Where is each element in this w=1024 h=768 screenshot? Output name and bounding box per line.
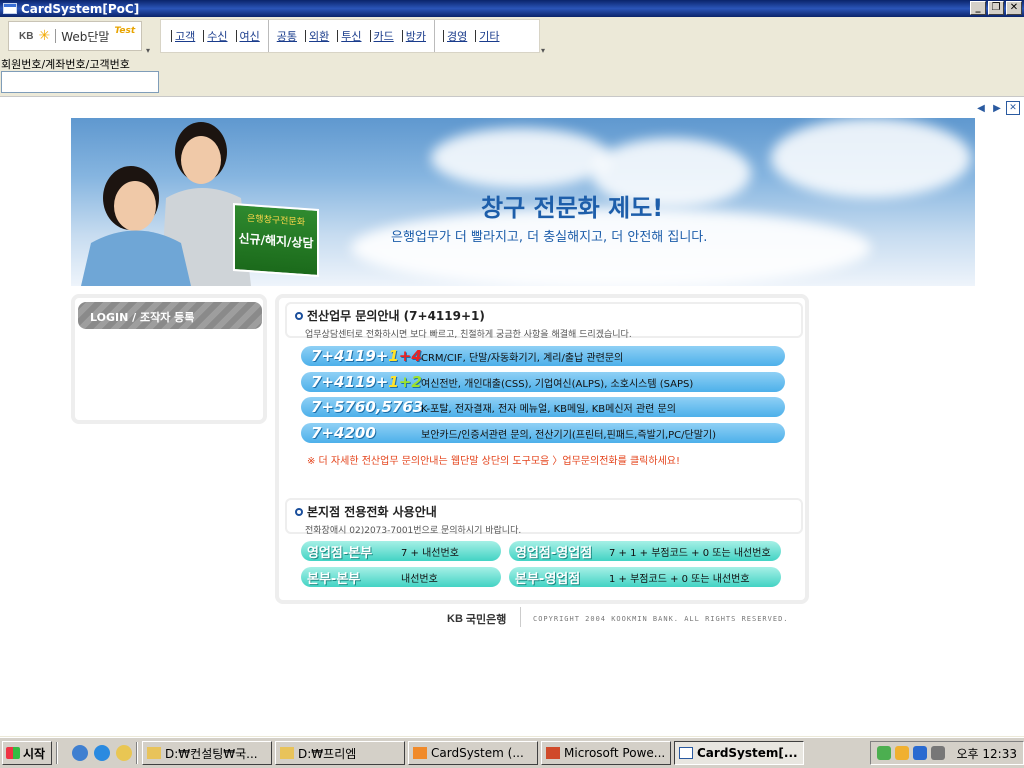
phone-row[interactable]: 7+5760,5763 K-포탈, 전자결재, 전자 메뉴얼, KB메일, KB… bbox=[301, 397, 785, 417]
footer-divider bbox=[520, 607, 521, 627]
phone-row-desc: 보안카드/인증서관련 문의, 전산기기(프린터,핀패드,즉발기,PC/단말기) bbox=[421, 429, 717, 441]
kb-logo-text: KB bbox=[19, 30, 34, 42]
menu-item-bancassurance[interactable]: 방카 bbox=[398, 28, 430, 44]
menu-item-trust[interactable]: 투신 bbox=[333, 28, 365, 44]
menu-item-customer[interactable]: 고객 bbox=[167, 28, 199, 44]
menu-chevron-icon[interactable]: ▾ bbox=[541, 47, 549, 55]
login-register-button[interactable]: LOGIN / 조작자 등록 bbox=[78, 302, 262, 329]
ie-icon[interactable] bbox=[94, 745, 110, 761]
taskbar-clock: 오후 12:33 bbox=[956, 746, 1017, 761]
menu-divider bbox=[267, 20, 269, 52]
ext-help-title: 본지점 전용전화 사용안내 bbox=[307, 505, 437, 519]
bullet-icon bbox=[295, 507, 303, 516]
tray-volume-icon[interactable] bbox=[930, 746, 945, 760]
footer-bank-name: 국민은행 bbox=[465, 613, 507, 626]
phone-row-desc: K-포탈, 전자결재, 전자 메뉴얼, KB메일, KB메신저 관련 문의 bbox=[421, 403, 676, 415]
help-panel: 전산업무 문의안내 (7+4119+1) 업무상담센터로 전화하시면 보다 빠르… bbox=[275, 294, 809, 604]
menu-item-loan[interactable]: 여신 bbox=[232, 28, 264, 44]
menu-item-etc[interactable]: 기타 bbox=[471, 28, 503, 44]
folder-icon bbox=[280, 747, 294, 759]
desktop-icon[interactable] bbox=[72, 745, 88, 761]
window-icon bbox=[679, 747, 693, 759]
ext-hq-branch-button[interactable]: 본부-영업점 1 + 부점코드 + 0 또는 내선번호 bbox=[509, 567, 781, 587]
brand-logo[interactable]: KB ✳ Web단말 Test bbox=[8, 21, 142, 51]
taskbar-divider bbox=[56, 742, 58, 764]
search-label: 회원번호/계좌번호/고객번호 bbox=[1, 58, 130, 71]
taskbar-divider bbox=[136, 742, 138, 764]
window-titlebar[interactable]: CardSystem[PoC] _ ❐ ✕ bbox=[0, 0, 1024, 17]
test-badge: Test bbox=[114, 26, 136, 36]
system-tray: 오후 12:33 bbox=[869, 741, 1024, 765]
phone-row[interactable]: 7+4200 보안카드/인증서관련 문의, 전산기기(프린터,핀패드,즉발기,P… bbox=[301, 423, 785, 443]
powerpoint-icon bbox=[546, 747, 560, 759]
main-content: ◀ ▶ ✕ 은행창구전문화 신규/해지/상담 창구 전문화 제도! 은행업무가 … bbox=[0, 96, 1024, 736]
close-content-icon[interactable]: ✕ bbox=[1006, 101, 1020, 115]
task-cardsystem-1[interactable]: CardSystem (... bbox=[408, 741, 538, 765]
bullet-icon bbox=[295, 311, 303, 320]
toolbar-chevron-icon[interactable]: ▾ bbox=[146, 47, 154, 55]
it-help-subtitle: 업무상담센터로 전화하시면 보다 빠르고, 친절하게 궁금한 사항을 해결해 드… bbox=[305, 330, 632, 340]
toolbar: KB ✳ Web단말 Test ▾ 고객 수신 여신 공통 외환 투신 카드 방… bbox=[0, 17, 1024, 57]
ext-help-subtitle: 전화장애시 02)2073-7001번으로 문의하시기 바랍니다. bbox=[305, 526, 522, 536]
footer-kb-text: KB bbox=[447, 613, 463, 625]
window-icon bbox=[3, 3, 17, 14]
folder-icon bbox=[147, 747, 161, 759]
ext-branch-branch-button[interactable]: 영업점-영업점 7 + 1 + 부점코드 + 0 또는 내선번호 bbox=[509, 541, 781, 561]
promo-banner: 은행창구전문화 신규/해지/상담 창구 전문화 제도! 은행업무가 더 빨라지고… bbox=[71, 118, 975, 286]
minimize-button[interactable]: _ bbox=[970, 1, 986, 15]
windows-flag-icon bbox=[6, 747, 20, 759]
login-panel: LOGIN / 조작자 등록 bbox=[71, 294, 267, 424]
start-button[interactable]: 시작 bbox=[2, 741, 52, 765]
web-terminal-label: Web단말 bbox=[61, 29, 110, 44]
messenger-icon[interactable] bbox=[116, 745, 132, 761]
it-help-title: 전산업무 문의안내 (7+4119+1) bbox=[307, 309, 485, 323]
prev-arrow-icon[interactable]: ◀ bbox=[974, 101, 988, 115]
next-arrow-icon[interactable]: ▶ bbox=[990, 101, 1004, 115]
phone-row[interactable]: 7+4119+1+2 여신전반, 개인대출(CSS), 기업여신(ALPS), … bbox=[301, 372, 785, 392]
customer-search-input[interactable] bbox=[1, 71, 159, 93]
sign-small-text: 은행창구전문화 bbox=[247, 213, 305, 229]
tray-app-icon[interactable] bbox=[894, 746, 909, 760]
ext-branch-hq-button[interactable]: 영업점-본부 7 + 내선번호 bbox=[301, 541, 501, 561]
menu-item-management[interactable]: 경영 bbox=[439, 28, 471, 44]
task-powerpoint[interactable]: Microsoft Powe... bbox=[541, 741, 671, 765]
quick-launch bbox=[72, 745, 132, 761]
app-icon bbox=[413, 747, 427, 759]
tray-network-icon[interactable] bbox=[876, 746, 891, 760]
menu-divider bbox=[434, 20, 435, 52]
content-nav: ◀ ▶ ✕ bbox=[974, 101, 1020, 115]
banner-subtitle: 은행업무가 더 빨라지고, 더 충실해지고, 더 안전해 집니다. bbox=[391, 230, 708, 245]
menu-item-deposit[interactable]: 수신 bbox=[199, 28, 231, 44]
banner-title: 창구 전문화 제도! bbox=[481, 194, 664, 222]
window-controls: _ ❐ ✕ bbox=[970, 1, 1022, 15]
menu-item-common[interactable]: 공통 bbox=[273, 28, 301, 44]
task-cardsystem-active[interactable]: CardSystem[... bbox=[674, 741, 804, 765]
menu-item-forex[interactable]: 외환 bbox=[301, 28, 333, 44]
taskbar: 시작 D:₩컨설팅₩국... D:₩프리엠 CardSystem (... Mi… bbox=[0, 737, 1024, 768]
close-button[interactable]: ✕ bbox=[1006, 1, 1022, 15]
menu-item-card[interactable]: 카드 bbox=[366, 28, 398, 44]
ext-hq-hq-button[interactable]: 본부-본부 내선번호 bbox=[301, 567, 501, 587]
main-menu: 고객 수신 여신 공통 외환 투신 카드 방카 경영 기타 bbox=[160, 19, 540, 53]
tray-shield-icon[interactable] bbox=[912, 746, 927, 760]
sign-big-text: 신규/해지/상담 bbox=[238, 231, 314, 251]
help-notice: ※ 더 자세한 전산업무 문의안내는 웹단말 상단의 도구모음 〉업무문의전화를… bbox=[307, 456, 680, 467]
phone-row-desc: CRM/CIF, 단말/자동화기기, 계리/출납 관련문의 bbox=[421, 352, 624, 364]
it-help-header: 전산업무 문의안내 (7+4119+1) 업무상담센터로 전화하시면 보다 빠르… bbox=[285, 302, 803, 340]
ext-help-header: 본지점 전용전화 사용안내 전화장애시 02)2073-7001번으로 문의하시… bbox=[285, 498, 803, 536]
maximize-button[interactable]: ❐ bbox=[988, 1, 1004, 15]
phone-row-desc: 여신전반, 개인대출(CSS), 기업여신(ALPS), 소호시스템 (SAPS… bbox=[421, 378, 694, 390]
task-folder-freem[interactable]: D:₩프리엠 bbox=[275, 741, 405, 765]
brand-divider bbox=[55, 29, 57, 43]
bank-logo: KB 국민은행 bbox=[447, 611, 506, 627]
phone-row[interactable]: 7+4119+1+4 CRM/CIF, 단말/자동화기기, 계리/출납 관련문의 bbox=[301, 346, 785, 366]
kb-star-icon: ✳ bbox=[38, 28, 51, 44]
window-title: CardSystem[PoC] bbox=[21, 1, 140, 16]
task-folder-consulting[interactable]: D:₩컨설팅₩국... bbox=[142, 741, 272, 765]
consultation-sign: 은행창구전문화 신규/해지/상담 bbox=[233, 202, 319, 278]
copyright-text: COPYRIGHT 2004 KOOKMIN BANK. ALL RIGHTS … bbox=[533, 615, 789, 623]
